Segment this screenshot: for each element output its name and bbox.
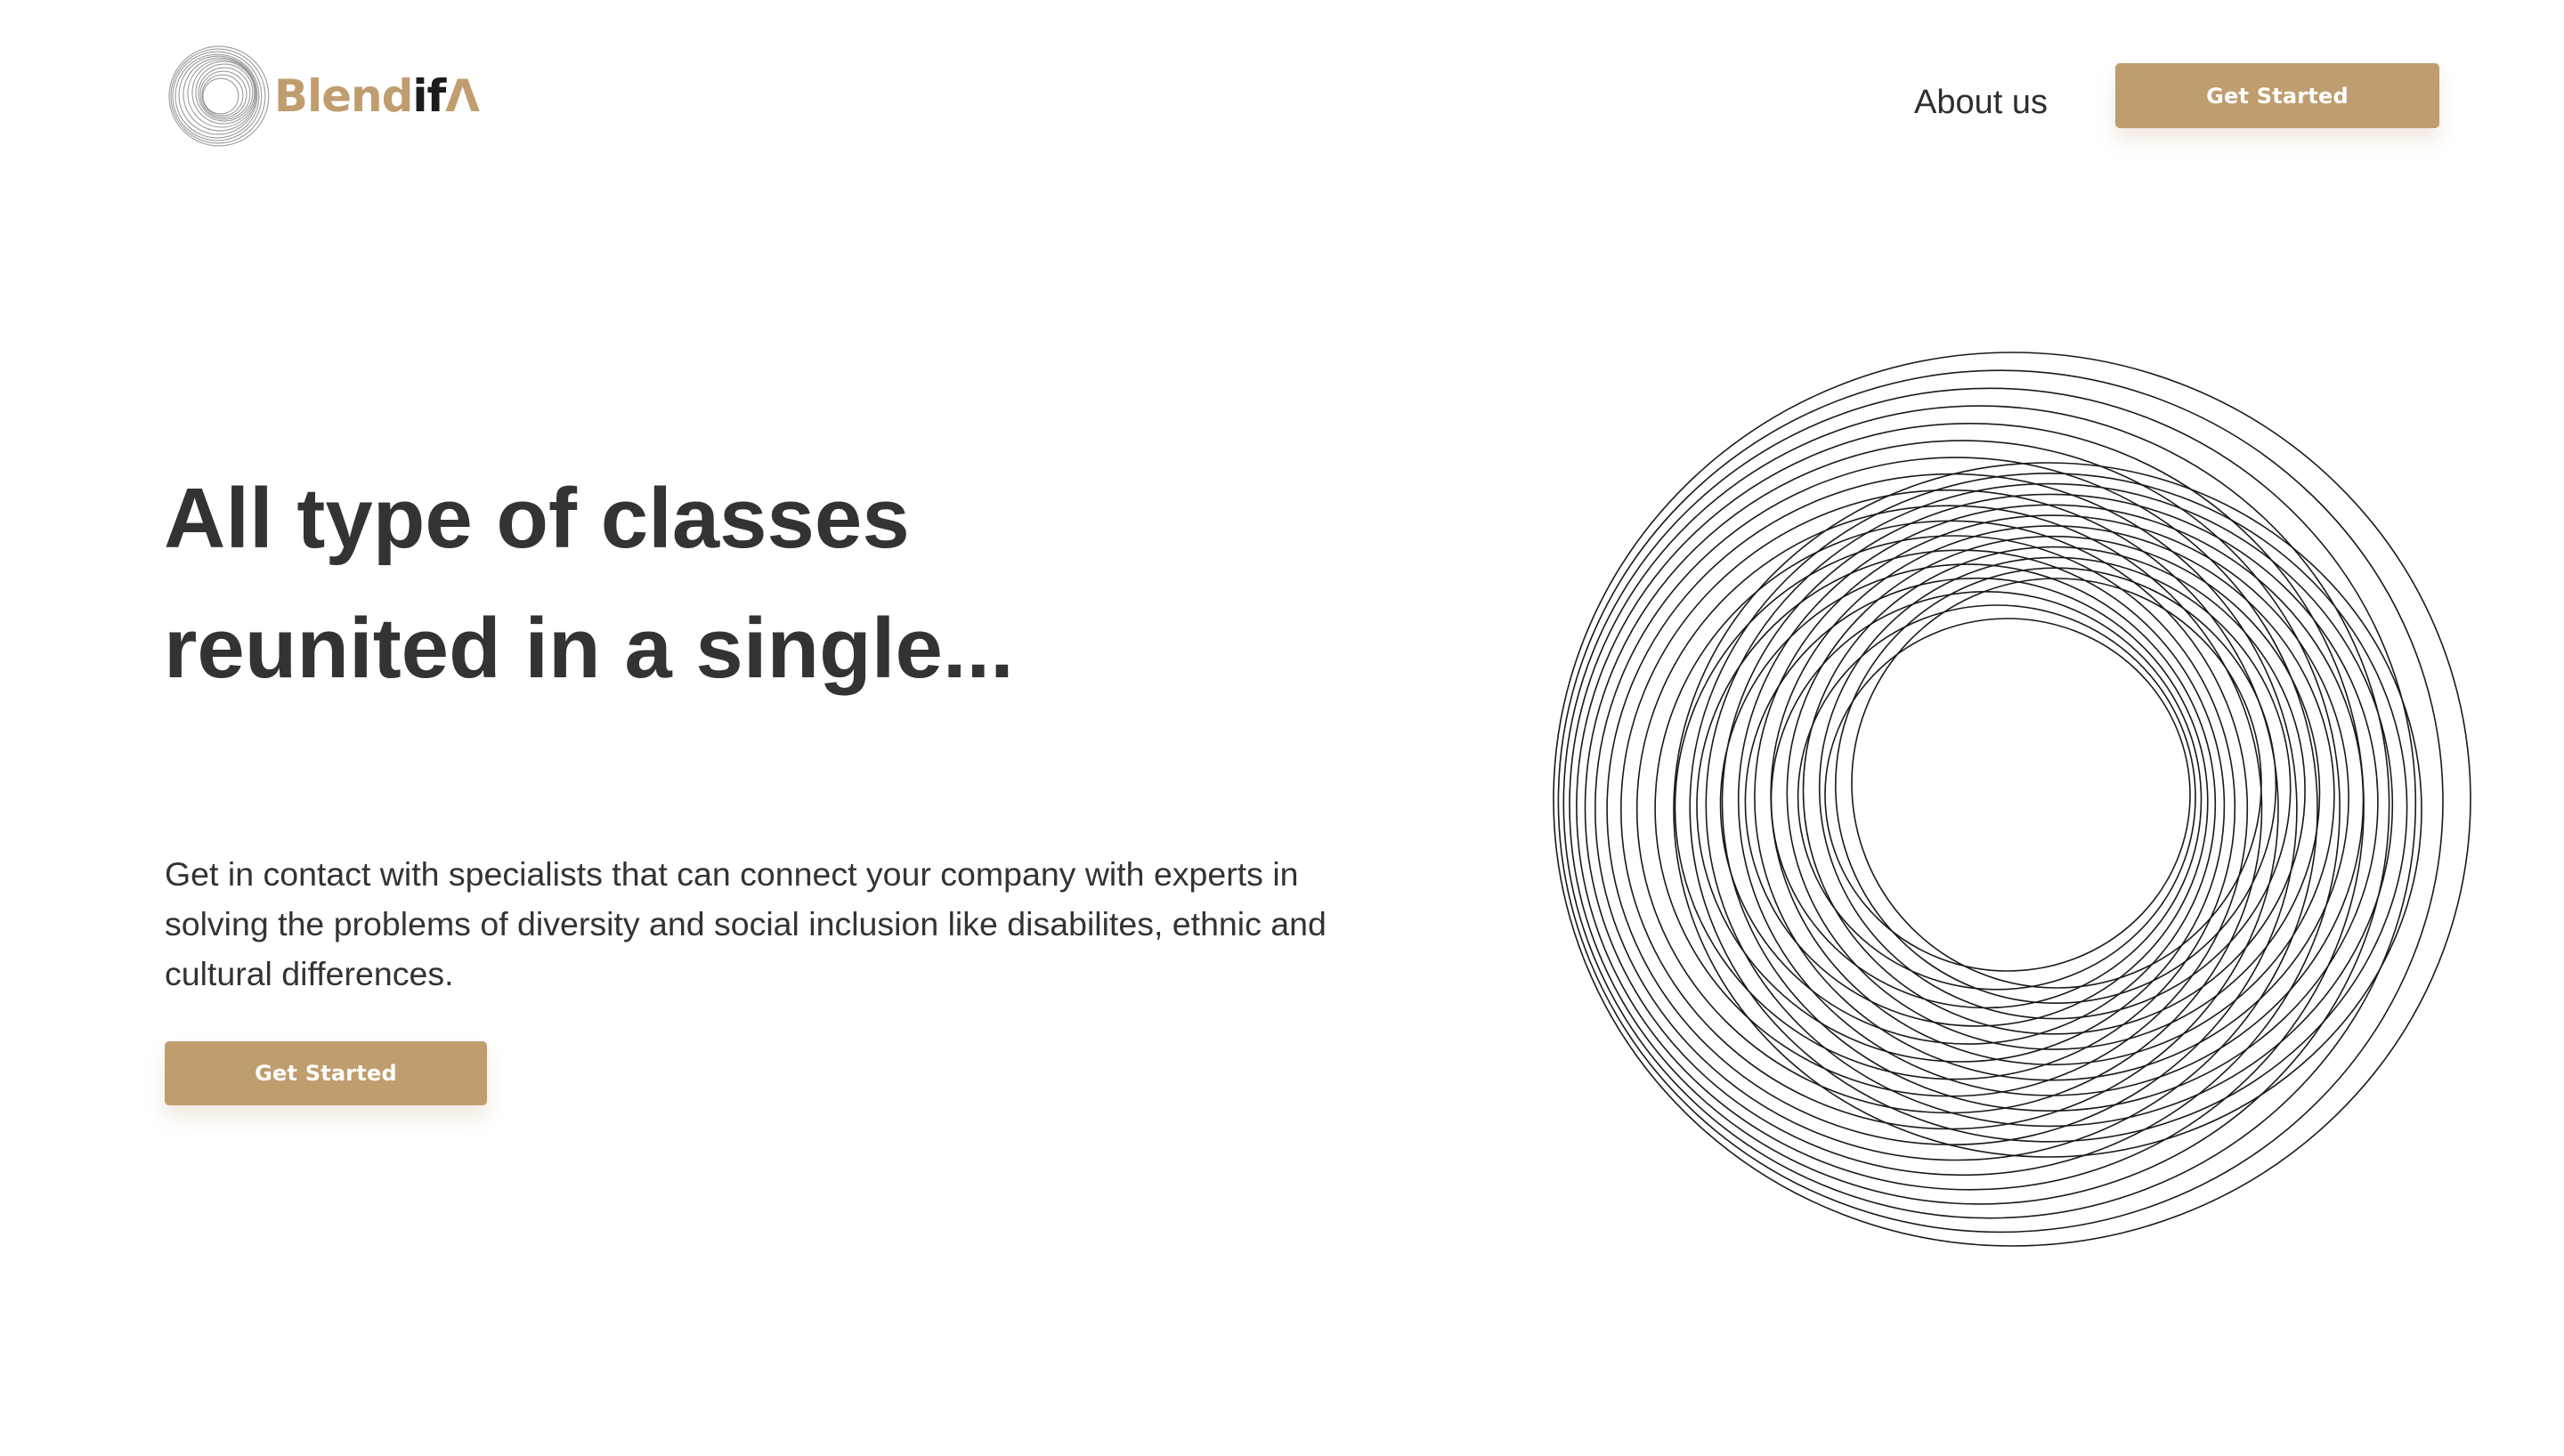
- hero-description: Get in contact with specialists that can…: [165, 855, 1327, 992]
- nav-link-about-us[interactable]: About us: [1914, 78, 2048, 126]
- hero-title: All type of classes reunited in a single…: [164, 454, 1321, 714]
- swirl-logo-icon: [168, 45, 270, 147]
- illustration-ring: [1576, 422, 2365, 1191]
- brand-word-part1: Blend: [273, 70, 414, 122]
- brand-word-part2: if: [412, 70, 446, 122]
- illustration-ring: [1569, 405, 2390, 1205]
- concentric-ring-illustration: [1553, 352, 2471, 1247]
- illustration-ring: [1557, 369, 2444, 1234]
- illustration-inner-ring: [1754, 514, 2349, 1081]
- header-get-started-button[interactable]: Get Started: [2115, 63, 2439, 128]
- illustration-ring: [1553, 352, 2471, 1247]
- illustration-ring: [1719, 563, 2217, 1045]
- brand-word-part3: Λ: [445, 70, 480, 122]
- illustration-ring: [1635, 505, 2263, 1114]
- illustration-ring: [1744, 577, 2209, 1027]
- hero-title-line-1: All type of classes: [164, 471, 910, 566]
- hero-title-line-2: reunited in a single...: [164, 601, 1014, 696]
- illustration-ring: [1674, 535, 2236, 1080]
- illustration-ring: [1824, 618, 2191, 972]
- illustration-inner-ring: [1770, 525, 2335, 1066]
- illustration-inner-ring: [1689, 472, 2408, 1143]
- hero-get-started-button[interactable]: Get Started: [165, 1041, 487, 1105]
- illustration-inner-ring: [1673, 462, 2422, 1158]
- illustration-ring: [1619, 489, 2279, 1130]
- brand-logo[interactable]: BlendifΛ: [167, 44, 480, 148]
- brand-wordmark: BlendifΛ: [274, 74, 480, 118]
